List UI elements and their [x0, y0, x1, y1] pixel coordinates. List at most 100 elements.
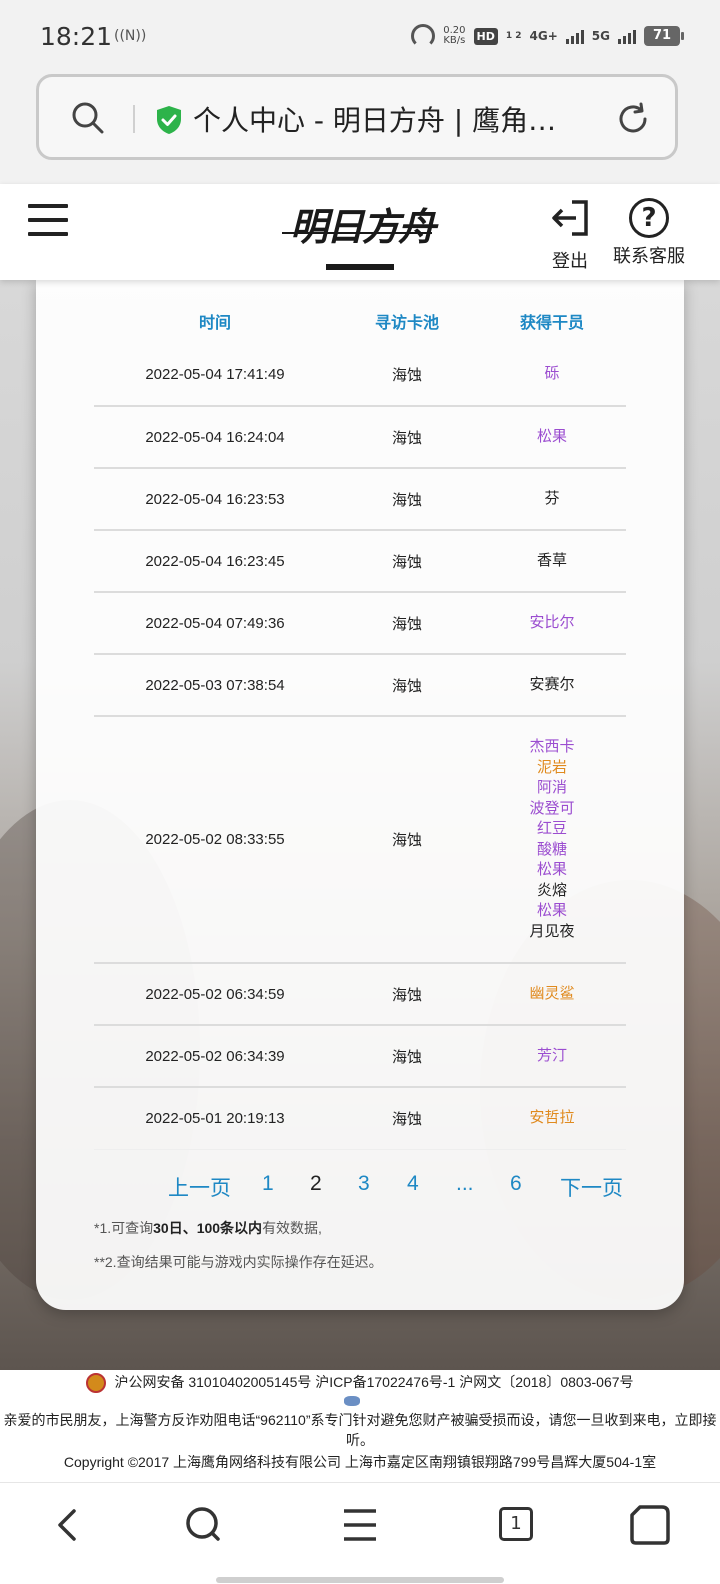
- record-pool: 海蚀: [336, 654, 478, 717]
- gacha-history-card: 时间 寻访卡池 获得干员 2022-05-04 17:41:49 海蚀砾 2022-…: [36, 280, 684, 1310]
- operator-name: 阿消: [536, 779, 567, 796]
- help-icon: ?: [629, 198, 669, 238]
- address-divider: [133, 105, 135, 133]
- table-row: 2022-05-04 16:23:53 海蚀 芬: [94, 468, 626, 531]
- back-icon[interactable]: [44, 1503, 92, 1547]
- site-logo[interactable]: 明日方舟: [282, 190, 438, 270]
- next-page-link[interactable]: 下一页: [560, 1172, 623, 1202]
- table-row: 2022-05-02 08:33:55 海蚀 杰西卡 泥岩 阿消 波登可 红豆 酸糖 松果 炎熔松…: [94, 716, 626, 964]
- operator-name: 安比尔: [529, 613, 575, 631]
- site-header: 明日方舟 登出 ? 联系客服: [0, 184, 720, 280]
- home-indicator[interactable]: [216, 1577, 504, 1583]
- signal-bars-icon: [565, 28, 584, 44]
- nfc-icon: ((N)): [114, 28, 147, 44]
- gacha-records-table: 时间 寻访卡池 获得干员 2022-05-04 17:41:49 海蚀砾 2022-…: [94, 298, 626, 1150]
- operator-name: 松果: [536, 427, 567, 445]
- operator-name: 香草: [536, 551, 567, 569]
- net-speed-unit: KB/s: [443, 35, 466, 46]
- logout-icon: [552, 200, 588, 236]
- record-pool: 海蚀: [336, 1025, 478, 1088]
- record-time: 2022-05-04 17:41:49: [94, 344, 336, 407]
- footer-anti-fraud-notice: 亲爱的市民朋友，上海警方反诈劝阻电话“962110”系专门针对避免您财产被骗受损…: [3, 1412, 717, 1448]
- net-speed: 0.20 KB/s: [443, 26, 465, 46]
- table-row: 2022-05-04 16:24:04 海蚀 松果: [94, 406, 626, 469]
- menu-nav-icon[interactable]: [336, 1503, 384, 1547]
- table-body: 2022-05-04 17:41:49 海蚀砾 2022-05-04 16:24:0…: [94, 344, 626, 1150]
- record-operators: 芬: [478, 468, 626, 531]
- header-pool: 寻访卡池: [374, 315, 439, 332]
- footer-license-line: 沪公网安备 31010402005145号 沪ICP备17022476号-1 沪…: [0, 1370, 720, 1394]
- record-operators: 安哲拉: [478, 1087, 626, 1150]
- logo-text: 明日方舟: [290, 204, 436, 249]
- operator-name: 炎熔: [536, 881, 567, 899]
- hamburger-menu-icon[interactable]: [28, 204, 68, 236]
- record-operators: 芳汀: [478, 1025, 626, 1088]
- record-operators: 幽灵鲨: [478, 963, 626, 1026]
- home-icon[interactable]: [626, 1503, 674, 1547]
- table-row: 2022-05-02 06:34:39 海蚀 芳汀: [94, 1025, 626, 1088]
- record-operators: 杰西卡 泥岩 阿消 波登可 红豆 酸糖 松果 炎熔 松果 月见夜: [478, 716, 626, 964]
- page-link-1[interactable]: 1: [262, 1172, 274, 1196]
- tabs-icon[interactable]: 1: [492, 1503, 540, 1547]
- page-link-2-current: 2: [310, 1172, 322, 1195]
- hd-sub: 1 2: [505, 31, 522, 41]
- signal-5g-label: 5G: [591, 29, 610, 43]
- record-pool: 海蚀: [336, 468, 478, 531]
- status-icons: 0.20 KB/s HD 1 2 4G+ 5G 71: [411, 24, 684, 48]
- search-nav-icon[interactable]: [180, 1503, 228, 1547]
- operator-name: 松果: [536, 861, 567, 878]
- table-row: 2022-05-01 20:19:13 海蚀 安哲拉: [94, 1087, 626, 1150]
- battery-icon: 71: [644, 26, 684, 46]
- note-1: *1.可查询30日、100条以内有效数据,: [94, 1218, 322, 1238]
- browser-bottom-nav: 1: [0, 1482, 720, 1584]
- speed-icon: [411, 24, 436, 48]
- operator-name: 芬: [544, 489, 560, 507]
- pagination: 上一页 1 2 3 4 ... 6 下一页: [130, 1166, 670, 1206]
- operator-name: 泥岩: [536, 758, 567, 776]
- page-link-3[interactable]: 3: [358, 1172, 370, 1196]
- site-footer: 沪公网安备 31010402005145号 沪ICP备17022476号-1 沪…: [0, 1370, 720, 1482]
- record-operators: 香草: [478, 530, 626, 593]
- police-badge-icon: [86, 1373, 107, 1394]
- signal-4g-label: 4G+: [529, 29, 558, 43]
- operator-name: 砾: [544, 365, 560, 383]
- customer-service-label: 联系客服: [613, 246, 685, 267]
- operator-name: 安赛尔: [529, 675, 575, 693]
- page-background: 时间 寻访卡池 获得干员 2022-05-04 17:41:49 海蚀砾 2022-…: [0, 280, 720, 1370]
- record-time: 2022-05-04 16:23:45: [94, 530, 336, 593]
- page-link-4[interactable]: 4: [407, 1172, 419, 1196]
- record-time: 2022-05-02 06:34:39: [94, 1025, 336, 1088]
- operator-name: 酸糖: [536, 840, 567, 858]
- address-bar[interactable]: 个人中心 - 明日方舟 | 鹰角…: [36, 74, 678, 160]
- note-1-bold: 30日、100条以内: [153, 1220, 263, 1236]
- record-time: 2022-05-02 08:33:55: [94, 716, 336, 964]
- secure-shield-icon: [157, 106, 181, 134]
- logout-button[interactable]: 登出: [548, 198, 592, 273]
- footer-copyright: Copyright ©2017 上海鹰角网络科技有限公司 上海市嘉定区南翔镇银翔…: [63, 1454, 657, 1470]
- header-operators: 获得干员: [519, 315, 584, 332]
- record-pool: 海蚀: [336, 592, 478, 655]
- record-time: 2022-05-01 20:19:13: [94, 1087, 336, 1150]
- record-time: 2022-05-02 06:34:59: [94, 963, 336, 1026]
- customer-service-button[interactable]: ? 联系客服: [612, 198, 686, 268]
- table-row: 2022-05-03 07:38:54 海蚀 安赛尔: [94, 654, 626, 717]
- search-icon[interactable]: [71, 101, 105, 135]
- record-operators: 松果: [478, 406, 626, 469]
- logout-label: 登出: [552, 251, 588, 272]
- record-time: 2022-05-04 16:23:53: [94, 468, 336, 531]
- table-header-row: 时间 寻访卡池 获得干员: [94, 298, 626, 344]
- status-time: 18:21: [40, 22, 113, 51]
- hd-icon: HD: [473, 27, 498, 45]
- footer-license-text[interactable]: 沪公网安备 31010402005145号 沪ICP备17022476号-1 沪…: [114, 1374, 633, 1390]
- prev-page-link[interactable]: 上一页: [168, 1172, 231, 1202]
- operator-name: 松果: [536, 902, 567, 919]
- page-title[interactable]: 个人中心 - 明日方舟 | 鹰角…: [193, 99, 593, 139]
- tab-count: 1: [499, 1507, 533, 1541]
- record-time: 2022-05-03 07:38:54: [94, 654, 336, 717]
- note-1-suffix: 有效数据,: [262, 1220, 322, 1236]
- record-operators: 砾: [478, 344, 626, 407]
- record-pool: 海蚀: [336, 716, 478, 964]
- reload-icon[interactable]: [615, 101, 651, 137]
- page-link-6[interactable]: 6: [510, 1172, 522, 1196]
- operator-name: 月见夜: [529, 922, 575, 940]
